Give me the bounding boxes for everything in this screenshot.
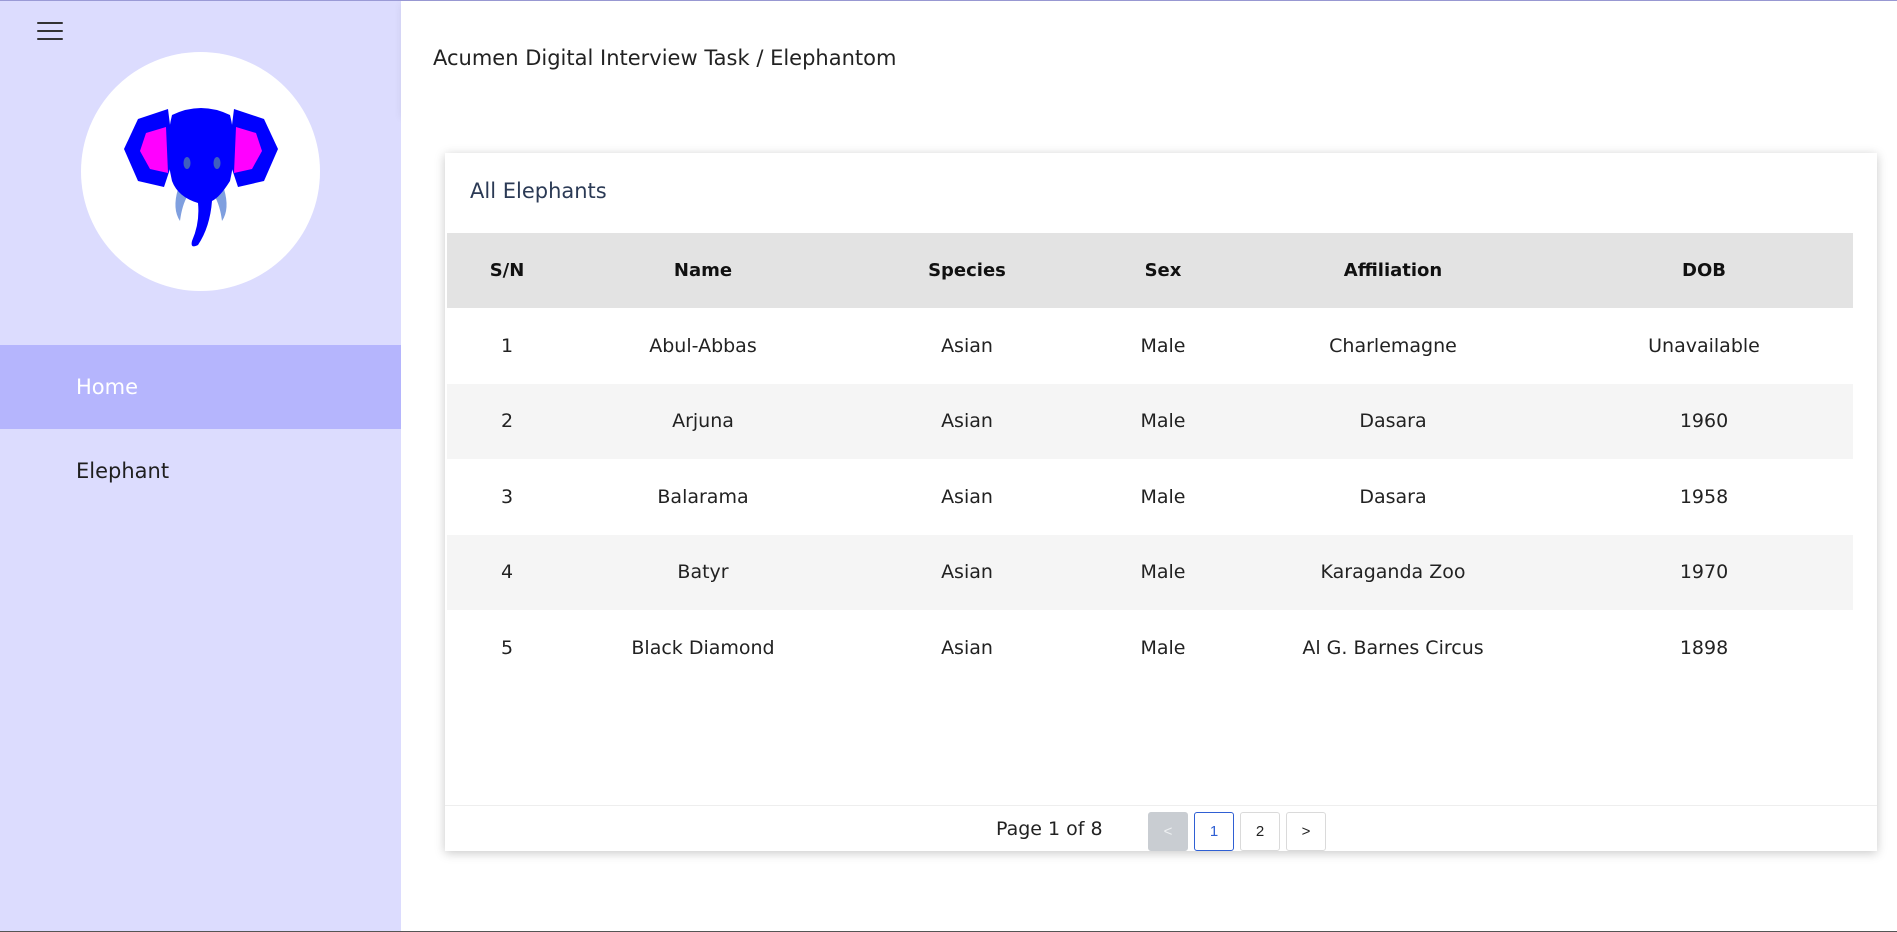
page-1-button[interactable]: 1 <box>1194 812 1234 851</box>
cell-species: Asian <box>941 636 993 659</box>
page-info: Page 1 of 8 <box>996 817 1103 840</box>
cell-sn: 5 <box>500 636 514 659</box>
column-header-species[interactable]: Species <box>839 233 1095 308</box>
cell-dob: 1960 <box>1679 410 1729 433</box>
cell-species: Asian <box>941 561 993 584</box>
cell-sn: 1 <box>500 334 514 357</box>
table-header-row: S/N Name Species Sex Affiliation DOB <box>447 233 1853 308</box>
column-header-dob[interactable]: DOB <box>1555 233 1853 308</box>
sidebar: Home Elephant <box>0 1 401 931</box>
column-header-sex[interactable]: Sex <box>1095 233 1231 308</box>
cell-name: Batyr <box>677 561 729 584</box>
cell-affiliation: Charlemagne <box>1329 334 1457 357</box>
sidebar-nav: Home Elephant <box>0 345 401 513</box>
cell-affiliation: Dasara <box>1359 485 1427 508</box>
cell-sex: Male <box>1140 410 1186 433</box>
cell-sex: Male <box>1140 561 1186 584</box>
cell-sex: Male <box>1140 334 1186 357</box>
hamburger-menu-icon[interactable] <box>37 20 63 42</box>
top-header: Acumen Digital Interview Task / Elephant… <box>401 1 1897 115</box>
pagination: Page 1 of 8 < 1 2 > <box>445 805 1877 851</box>
cell-name: Black Diamond <box>631 636 775 659</box>
prev-page-button[interactable]: < <box>1148 812 1188 851</box>
sidebar-item-elephant[interactable]: Elephant <box>0 429 401 513</box>
elephant-logo <box>123 107 278 246</box>
column-header-affiliation[interactable]: Affiliation <box>1231 233 1555 308</box>
cell-species: Asian <box>941 334 993 357</box>
elephants-table: S/N Name Species Sex Affiliation DOB 1 A… <box>447 233 1853 686</box>
elephants-card: All Elephants S/N Name Species Sex Affil… <box>445 153 1877 851</box>
cell-sn: 2 <box>500 410 514 433</box>
sidebar-item-label: Home <box>76 375 139 399</box>
next-page-button[interactable]: > <box>1286 812 1326 851</box>
app-window: Home Elephant Acumen Digital Interview T… <box>0 0 1897 932</box>
page-2-button[interactable]: 2 <box>1240 812 1280 851</box>
cell-species: Asian <box>941 485 993 508</box>
cell-sex: Male <box>1140 485 1186 508</box>
cell-name: Balarama <box>657 485 749 508</box>
cell-species: Asian <box>941 410 993 433</box>
breadcrumb: Acumen Digital Interview Task / Elephant… <box>433 46 897 70</box>
column-header-sn[interactable]: S/N <box>447 233 567 308</box>
table-row[interactable]: 1 Abul-Abbas Asian Male Charlemagne Unav… <box>447 308 1853 384</box>
cell-name: Arjuna <box>672 410 734 433</box>
cell-sex: Male <box>1140 636 1186 659</box>
table-row[interactable]: 2 Arjuna Asian Male Dasara 1960 <box>447 383 1853 459</box>
cell-sn: 4 <box>500 561 514 584</box>
cell-name: Abul-Abbas <box>649 334 757 357</box>
cell-dob: 1898 <box>1679 636 1729 659</box>
sidebar-item-home[interactable]: Home <box>0 345 401 429</box>
card-title: All Elephants <box>470 179 607 203</box>
cell-dob: 1970 <box>1679 561 1729 584</box>
logo <box>81 52 320 291</box>
cell-affiliation: Al G. Barnes Circus <box>1302 636 1484 659</box>
cell-dob: Unavailable <box>1648 334 1760 357</box>
cell-affiliation: Karaganda Zoo <box>1320 561 1466 584</box>
cell-sn: 3 <box>500 485 514 508</box>
sidebar-item-label: Elephant <box>76 459 170 483</box>
main-content: All Elephants S/N Name Species Sex Affil… <box>401 115 1897 931</box>
table-row[interactable]: 4 Batyr Asian Male Karaganda Zoo 1970 <box>447 534 1853 610</box>
cell-dob: 1958 <box>1679 485 1729 508</box>
cell-affiliation: Dasara <box>1359 410 1427 433</box>
table-row[interactable]: 3 Balarama Asian Male Dasara 1958 <box>447 459 1853 535</box>
column-header-name[interactable]: Name <box>567 233 839 308</box>
table-row[interactable]: 5 Black Diamond Asian Male Al G. Barnes … <box>447 610 1853 686</box>
